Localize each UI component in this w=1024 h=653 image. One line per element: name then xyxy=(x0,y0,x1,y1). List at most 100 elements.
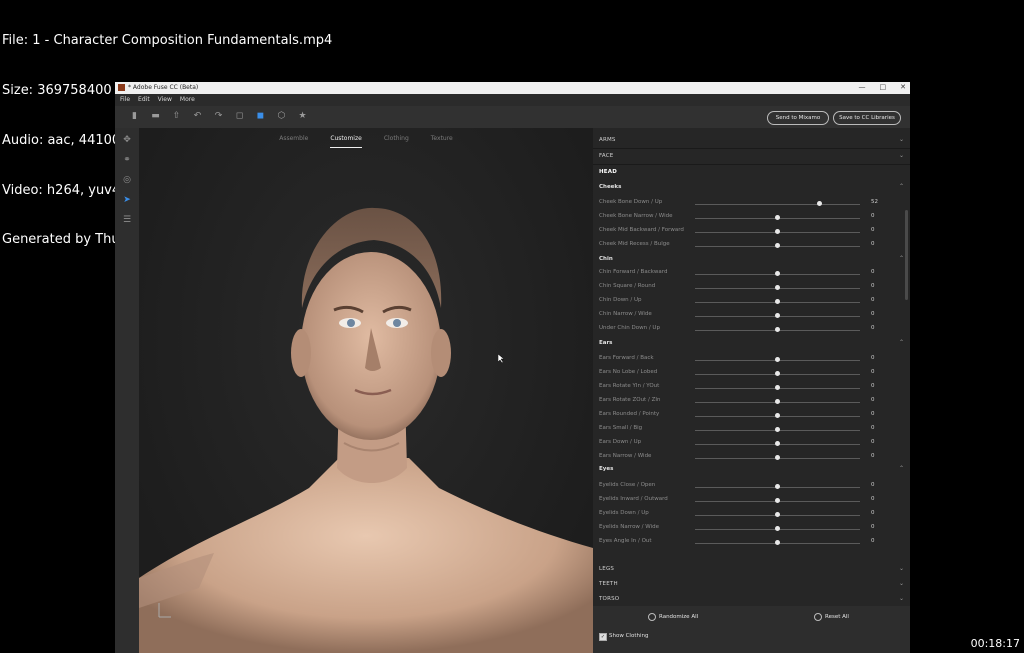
slider-value[interactable]: 0 xyxy=(871,524,875,530)
slider-track[interactable] xyxy=(695,484,860,489)
slider-thumb[interactable] xyxy=(774,285,780,290)
section-head[interactable]: HEAD xyxy=(599,169,617,175)
cube-icon[interactable]: ◻ xyxy=(234,111,245,122)
tab-assemble[interactable]: Assemble xyxy=(279,128,308,150)
slider-value[interactable]: 0 xyxy=(871,241,875,247)
slider-value[interactable]: 0 xyxy=(871,297,875,303)
slider-thumb[interactable] xyxy=(774,371,780,376)
slider-thumb[interactable] xyxy=(774,243,780,248)
save-icon[interactable]: ▬ xyxy=(150,111,161,122)
slider-thumb[interactable] xyxy=(774,271,780,276)
slider-thumb[interactable] xyxy=(817,201,823,206)
move-icon[interactable]: ✥ xyxy=(121,134,133,146)
slider-track[interactable] xyxy=(695,399,860,404)
slider-thumb[interactable] xyxy=(774,526,780,531)
menu-view[interactable]: View xyxy=(158,94,172,106)
slider-value[interactable]: 0 xyxy=(871,269,875,275)
slider-track[interactable] xyxy=(695,512,860,517)
chevron-down-icon[interactable]: ⌄ xyxy=(899,136,904,143)
slider-track[interactable] xyxy=(695,441,860,446)
slider-value[interactable]: 0 xyxy=(871,325,875,331)
slider-track[interactable] xyxy=(695,215,860,220)
slider-track[interactable] xyxy=(695,385,860,390)
slider-thumb[interactable] xyxy=(774,385,780,390)
slider-track[interactable] xyxy=(695,455,860,460)
slider-thumb[interactable] xyxy=(774,455,780,460)
wireframe-cube-icon[interactable]: ⬡ xyxy=(276,111,287,122)
slider-value[interactable]: 0 xyxy=(871,369,875,375)
panel-scrollbar[interactable] xyxy=(905,210,908,300)
slider-value[interactable]: 0 xyxy=(871,453,875,459)
shaded-cube-icon[interactable]: ◼ xyxy=(255,111,266,122)
slider-thumb[interactable] xyxy=(774,313,780,318)
slider-thumb[interactable] xyxy=(774,512,780,517)
slider-value[interactable]: 0 xyxy=(871,227,875,233)
slider-value[interactable]: 0 xyxy=(871,283,875,289)
section-face[interactable]: FACE xyxy=(599,153,613,159)
slider-track[interactable] xyxy=(695,271,860,276)
tab-customize[interactable]: Customize xyxy=(330,128,362,148)
tab-texture[interactable]: Texture xyxy=(431,128,453,150)
slider-thumb[interactable] xyxy=(774,498,780,503)
slider-track[interactable] xyxy=(695,327,860,332)
send-to-mixamo-button[interactable]: Send to Mixamo xyxy=(767,111,829,125)
slider-track[interactable] xyxy=(695,313,860,318)
slider-track[interactable] xyxy=(695,413,860,418)
slider-value[interactable]: 0 xyxy=(871,397,875,403)
slider-thumb[interactable] xyxy=(774,299,780,304)
slider-thumb[interactable] xyxy=(774,427,780,432)
slider-track[interactable] xyxy=(695,498,860,503)
slider-value[interactable]: 52 xyxy=(871,199,878,205)
open-icon[interactable]: ▮ xyxy=(129,111,140,122)
minimize-icon[interactable]: — xyxy=(859,83,866,91)
slider-value[interactable]: 0 xyxy=(871,383,875,389)
slider-value[interactable]: 0 xyxy=(871,311,875,317)
select-arrow-icon[interactable]: ➤ xyxy=(121,194,133,206)
slider-track[interactable] xyxy=(695,427,860,432)
slider-value[interactable]: 0 xyxy=(871,496,875,502)
chevron-down-icon[interactable]: ⌄ xyxy=(899,152,904,159)
undo-icon[interactable]: ↶ xyxy=(192,111,203,122)
maximize-icon[interactable]: □ xyxy=(880,83,887,91)
slider-track[interactable] xyxy=(695,243,860,248)
subgroup-header[interactable]: Chin xyxy=(599,256,613,262)
slider-thumb[interactable] xyxy=(774,484,780,489)
chevron-up-icon[interactable]: ⌃ xyxy=(899,339,904,346)
slider-value[interactable]: 0 xyxy=(871,538,875,544)
slider-track[interactable] xyxy=(695,299,860,304)
slider-thumb[interactable] xyxy=(774,413,780,418)
chevron-up-icon[interactable]: ⌃ xyxy=(899,465,904,472)
slider-track[interactable] xyxy=(695,285,860,290)
slider-value[interactable]: 0 xyxy=(871,439,875,445)
slider-track[interactable] xyxy=(695,229,860,234)
slider-thumb[interactable] xyxy=(774,229,780,234)
3d-viewport[interactable] xyxy=(139,128,593,653)
subgroup-header[interactable]: Eyes xyxy=(599,466,613,472)
section-arms[interactable]: ARMS xyxy=(599,137,616,143)
slider-thumb[interactable] xyxy=(774,357,780,362)
slider-track[interactable] xyxy=(695,357,860,362)
menu-edit[interactable]: Edit xyxy=(138,94,150,106)
slider-track[interactable] xyxy=(695,540,860,545)
star-icon[interactable]: ★ xyxy=(297,111,308,122)
slider-thumb[interactable] xyxy=(774,215,780,220)
slider-thumb[interactable] xyxy=(774,441,780,446)
slider-track[interactable] xyxy=(695,201,860,206)
slider-track[interactable] xyxy=(695,371,860,376)
tab-clothing[interactable]: Clothing xyxy=(384,128,409,150)
target-icon[interactable]: ◎ xyxy=(121,174,133,186)
slider-value[interactable]: 0 xyxy=(871,482,875,488)
export-icon[interactable]: ⇧ xyxy=(171,111,182,122)
save-to-cc-libraries-button[interactable]: Save to CC Libraries xyxy=(833,111,901,125)
slider-thumb[interactable] xyxy=(774,327,780,332)
subgroup-header[interactable]: Ears xyxy=(599,340,612,346)
randomize-button[interactable]: Randomize xyxy=(651,629,693,637)
chevron-up-icon[interactable]: ⌃ xyxy=(899,183,904,190)
slider-value[interactable]: 0 xyxy=(871,213,875,219)
menu-file[interactable]: File xyxy=(120,94,130,106)
slider-value[interactable]: 0 xyxy=(871,425,875,431)
sliders-icon[interactable]: ☰ xyxy=(121,214,133,226)
orbit-icon[interactable]: ⚭ xyxy=(121,154,133,166)
slider-value[interactable]: 0 xyxy=(871,510,875,516)
menu-more[interactable]: More xyxy=(180,94,195,106)
